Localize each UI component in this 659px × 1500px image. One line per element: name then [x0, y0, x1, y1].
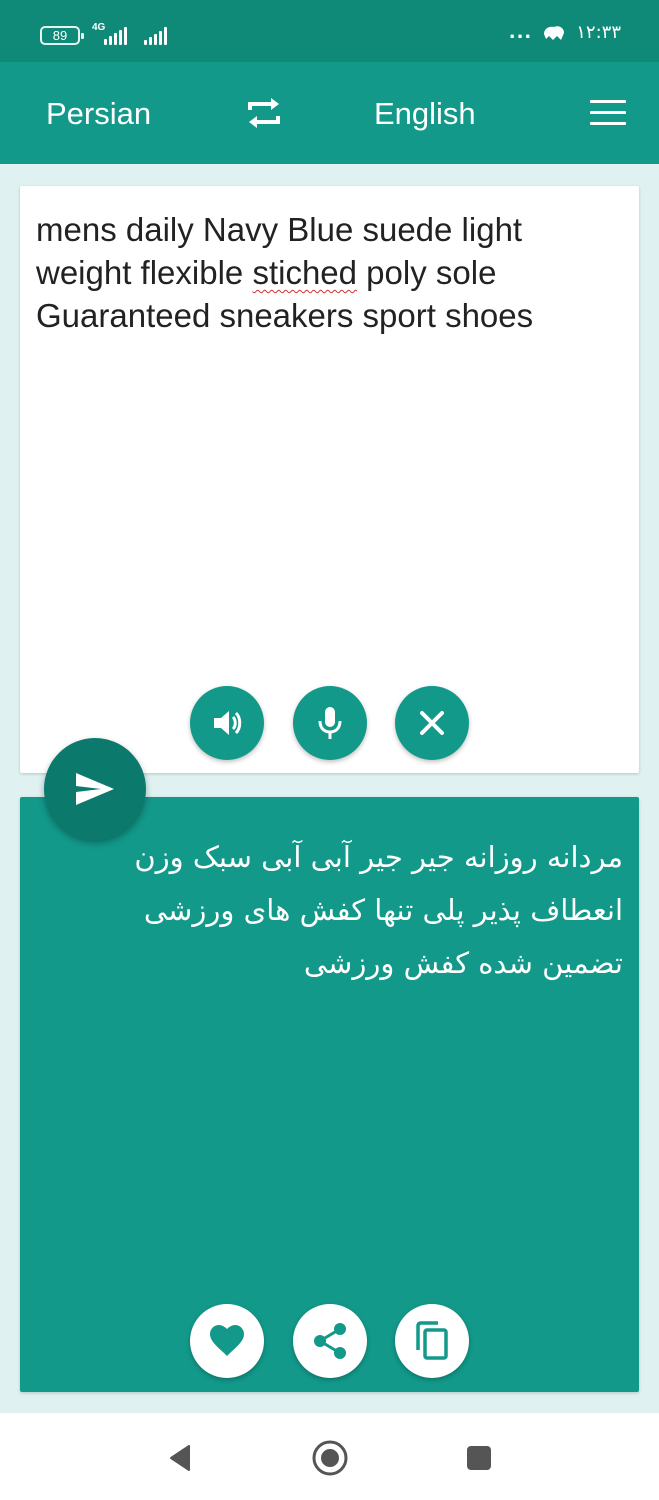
nav-home-button[interactable] [310, 1439, 350, 1477]
source-text-card[interactable]: mens daily Navy Blue suede light weight … [20, 186, 639, 773]
close-icon [420, 711, 444, 735]
source-text-input[interactable]: mens daily Navy Blue suede light weight … [36, 208, 626, 337]
notification-app-icon [544, 25, 565, 40]
back-triangle-icon [170, 1445, 190, 1471]
battery-indicator: 89 [40, 26, 84, 45]
voice-input-button[interactable] [293, 686, 367, 760]
target-language-selector[interactable]: English [374, 96, 476, 132]
copy-icon [416, 1321, 448, 1360]
app-bar: Persian English [0, 62, 659, 164]
translation-card: مردانه روزانه جیر جیر آبی آبی سبک وزن ان… [20, 797, 639, 1392]
signal-strength-2-icon [144, 27, 167, 45]
hamburger-menu-icon [590, 100, 626, 103]
clock: ۱۲:۳۳ [576, 22, 621, 43]
favorite-button[interactable] [190, 1304, 264, 1378]
speak-source-button[interactable] [190, 686, 264, 760]
recents-square-icon [467, 1446, 491, 1470]
microphone-icon [318, 707, 342, 739]
more-notifications-dots: ... [508, 22, 533, 43]
nav-recents-button[interactable] [459, 1439, 499, 1477]
hamburger-line [590, 122, 626, 125]
system-navigation-bar [0, 1413, 659, 1500]
source-language-selector[interactable]: Persian [46, 96, 151, 132]
menu-button[interactable] [590, 100, 626, 128]
speaker-icon [214, 711, 242, 735]
home-circle-icon [312, 1440, 348, 1476]
heart-icon [210, 1325, 244, 1356]
send-icon [76, 773, 114, 805]
translate-button[interactable] [44, 738, 146, 840]
status-bar: 89 4G ... ۱۲:۳۳ [0, 0, 659, 62]
status-right-group: ... ۱۲:۳۳ [509, 22, 621, 43]
share-icon [314, 1323, 346, 1359]
swap-arrows-icon [248, 98, 280, 128]
translation-text: مردانه روزانه جیر جیر آبی آبی سبک وزن ان… [134, 840, 623, 980]
nav-back-button[interactable] [160, 1439, 200, 1477]
clear-text-button[interactable] [395, 686, 469, 760]
hamburger-line [590, 111, 626, 114]
copy-button[interactable] [395, 1304, 469, 1378]
swap-languages-button[interactable] [244, 94, 284, 132]
signal-strength-icon [104, 27, 127, 45]
share-button[interactable] [293, 1304, 367, 1378]
misspelled-word[interactable]: stiched [252, 254, 357, 291]
